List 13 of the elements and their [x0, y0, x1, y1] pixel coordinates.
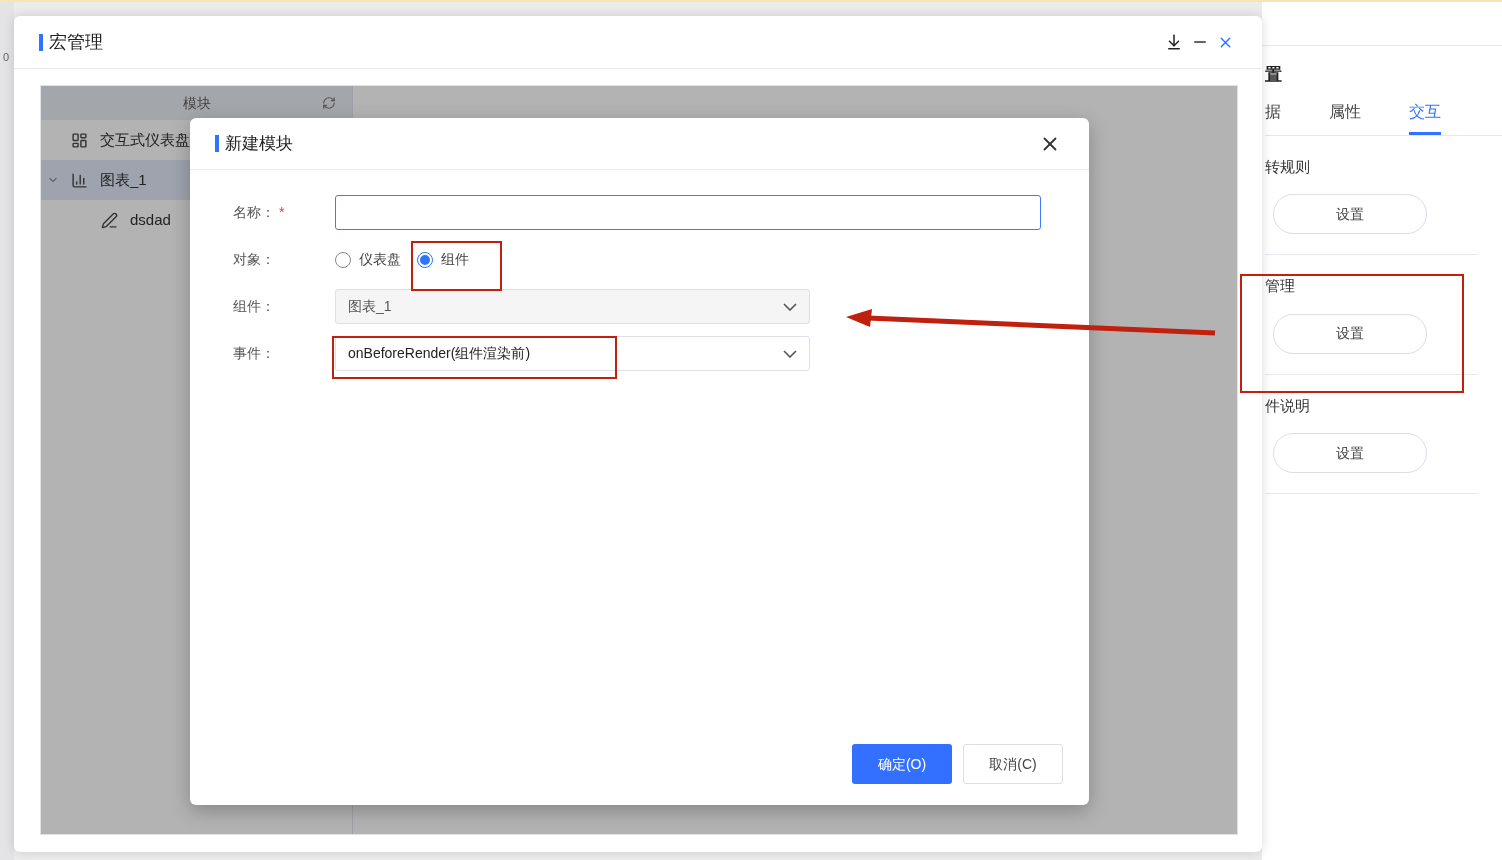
field-label: 名称： — [233, 203, 275, 222]
panel-header: 模块 — [182, 93, 211, 113]
section-title: 转规则 — [1265, 156, 1311, 177]
section-title: 管理 — [1265, 276, 1296, 296]
ruler-label: 0 — [2, 51, 10, 63]
panel-heading: 置 — [1265, 64, 1283, 86]
window-title: 宏管理 — [49, 30, 103, 54]
required-mark: * — [279, 203, 285, 222]
dialog-title: 新建模块 — [225, 132, 293, 155]
field-label: 组件： — [233, 297, 275, 316]
field-label: 事件： — [233, 344, 275, 363]
field-label: 对象： — [233, 250, 275, 269]
section-title: 件说明 — [1265, 395, 1311, 416]
